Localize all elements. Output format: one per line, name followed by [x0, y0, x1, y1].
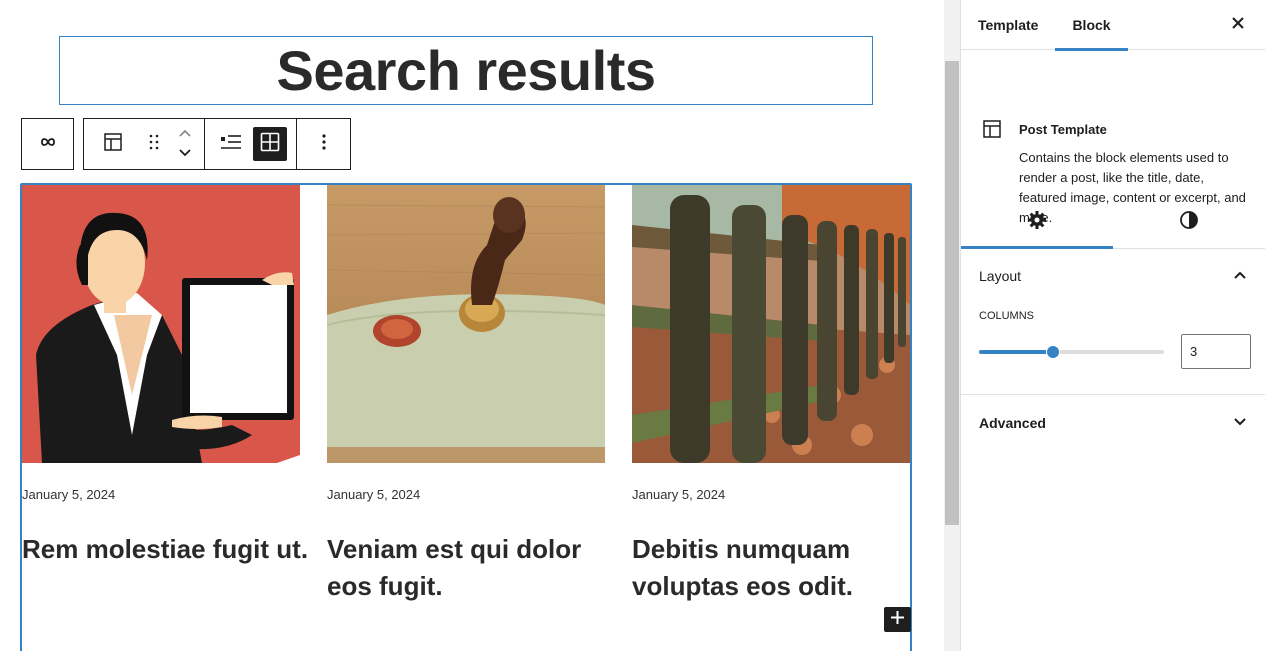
advanced-panel-toggle[interactable]: Advanced	[979, 415, 1046, 431]
grid-view-button[interactable]	[253, 127, 288, 161]
featured-image[interactable]	[327, 185, 605, 463]
post-date: January 5, 2024	[22, 487, 116, 502]
inspector-tabs	[961, 196, 1265, 249]
select-parent-button[interactable]	[21, 118, 74, 170]
page-heading[interactable]: Search results	[277, 42, 656, 99]
canvas-scrollbar[interactable]	[944, 0, 961, 651]
block-title: Post Template	[1019, 122, 1107, 137]
post-date: January 5, 2024	[327, 487, 421, 502]
sidebar-tabs: Template Block	[961, 0, 1265, 51]
more-options-button[interactable]	[307, 127, 341, 161]
tab-settings[interactable]	[961, 196, 1113, 249]
post-title[interactable]: Debitis numquam voluptas eos odit.	[632, 531, 932, 605]
slider-fill	[979, 350, 1053, 354]
close-icon	[1232, 16, 1244, 34]
plus-icon	[891, 610, 904, 629]
list-view-icon	[220, 133, 242, 156]
scrollbar-thumb[interactable]	[945, 61, 959, 525]
move-down-icon[interactable]	[178, 145, 192, 163]
drag-handle-icon	[149, 134, 159, 155]
featured-image[interactable]	[632, 185, 910, 463]
chevron-down-icon[interactable]	[1233, 414, 1247, 432]
settings-sidebar: Template Block Post Template Contains th…	[960, 0, 1265, 651]
tab-template[interactable]: Template	[961, 0, 1055, 50]
more-options-icon	[321, 133, 326, 155]
editor-canvas: Search results January 5, 2024 Rem moles…	[0, 0, 944, 651]
post-item[interactable]: January 5, 2024 Veniam est qui dolor eos…	[327, 185, 605, 601]
columns-label: COLUMNS	[979, 310, 1035, 322]
chevron-up-icon[interactable]	[1233, 267, 1247, 285]
post-title[interactable]: Veniam est qui dolor eos fugit.	[327, 531, 627, 605]
layout-panel-toggle[interactable]: Layout	[979, 268, 1021, 284]
columns-slider[interactable]	[979, 345, 1164, 359]
close-sidebar-button[interactable]	[1227, 14, 1249, 36]
list-view-button[interactable]	[214, 127, 248, 161]
slider-thumb[interactable]	[1046, 345, 1060, 359]
post-item[interactable]: January 5, 2024 Debitis numquam voluptas…	[632, 185, 910, 601]
post-date: January 5, 2024	[632, 487, 726, 502]
post-title[interactable]: Rem molestiae fugit ut.	[22, 531, 322, 568]
heading-block[interactable]: Search results	[59, 36, 873, 105]
post-template-block[interactable]: January 5, 2024 Rem molestiae fugit ut.	[20, 183, 912, 651]
tab-styles[interactable]	[1113, 196, 1265, 248]
drag-handle[interactable]	[143, 127, 165, 161]
link-icon	[38, 135, 58, 153]
move-up-icon[interactable]	[178, 125, 192, 143]
post-template-icon	[104, 132, 123, 156]
gear-icon	[1027, 210, 1047, 235]
block-inserter-button[interactable]	[884, 607, 911, 632]
featured-image[interactable]	[22, 185, 300, 463]
block-toolbar	[83, 118, 351, 170]
grid-view-icon	[260, 132, 280, 157]
advanced-panel: Advanced	[961, 395, 1265, 451]
styles-icon	[1179, 210, 1199, 235]
block-type-button[interactable]	[96, 127, 130, 161]
columns-input[interactable]: 3	[1181, 334, 1251, 369]
layout-panel: Layout COLUMNS 3	[961, 249, 1265, 395]
post-item[interactable]: January 5, 2024 Rem molestiae fugit ut.	[22, 185, 308, 564]
tab-block[interactable]: Block	[1055, 0, 1128, 51]
post-template-icon	[983, 120, 1001, 143]
